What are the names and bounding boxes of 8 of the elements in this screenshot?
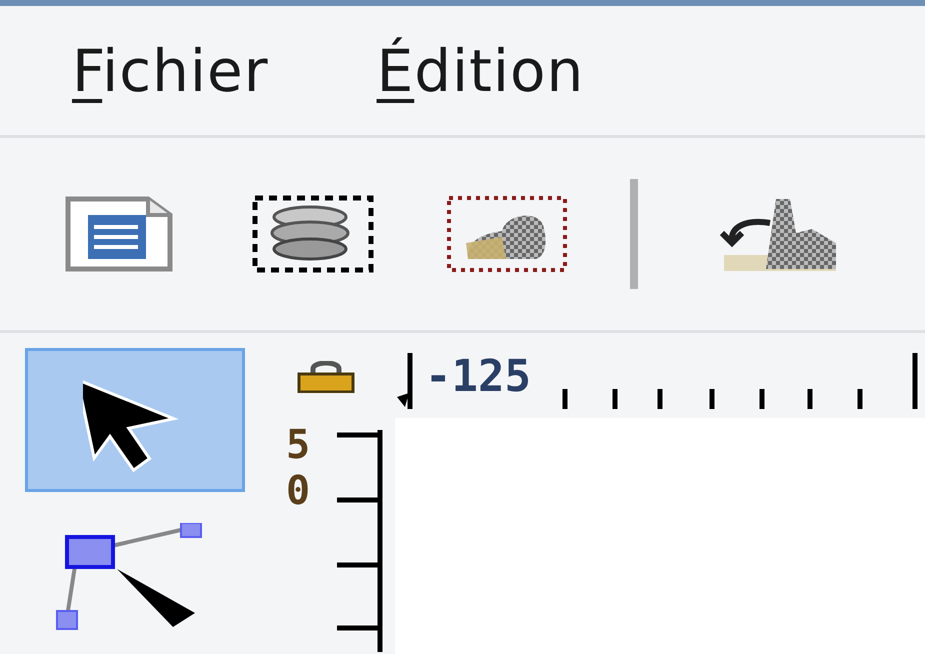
ruler-label: -125 [425,355,531,399]
menu-item[interactable]: Fichier [68,36,273,104]
selection-shape-icon[interactable] [446,193,568,275]
selection-stack-icon[interactable] [252,193,374,275]
menu-item[interactable]: Édition [372,36,588,104]
ruler-label: 50 [286,422,312,514]
tool-button[interactable] [25,348,245,492]
lock-icon[interactable] [294,361,356,393]
